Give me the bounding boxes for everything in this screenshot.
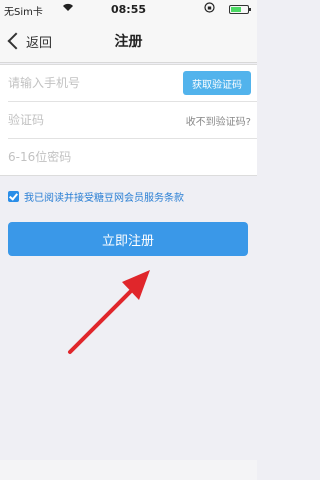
password-input[interactable] xyxy=(8,139,168,175)
navigation-bar: 返回 注册 xyxy=(0,20,257,63)
status-bar: 无Sim卡 08:55 xyxy=(0,0,257,20)
verification-code-input[interactable] xyxy=(8,102,168,138)
password-row xyxy=(0,139,257,175)
phone-row: 获取验证码 xyxy=(0,65,257,101)
page-title: 注册 xyxy=(114,34,143,50)
get-code-button[interactable]: 获取验证码 xyxy=(183,71,251,95)
bottom-area xyxy=(0,460,257,480)
battery-icon xyxy=(229,5,251,14)
status-time: 08:55 xyxy=(110,3,146,16)
phone-input[interactable] xyxy=(8,65,168,101)
lock-rotation-icon xyxy=(204,2,215,16)
agreement-row: 我已阅读并接受糖豆网会员服务条款 xyxy=(8,189,184,204)
no-code-link[interactable]: 收不到验证码? xyxy=(186,113,251,128)
register-button[interactable]: 立即注册 xyxy=(8,222,248,256)
code-row: 收不到验证码? xyxy=(0,102,257,138)
checkbox-icon[interactable] xyxy=(8,191,19,202)
agreement-text[interactable]: 我已阅读并接受糖豆网会员服务条款 xyxy=(24,189,184,204)
register-form: 获取验证码 收不到验证码? xyxy=(0,64,257,176)
